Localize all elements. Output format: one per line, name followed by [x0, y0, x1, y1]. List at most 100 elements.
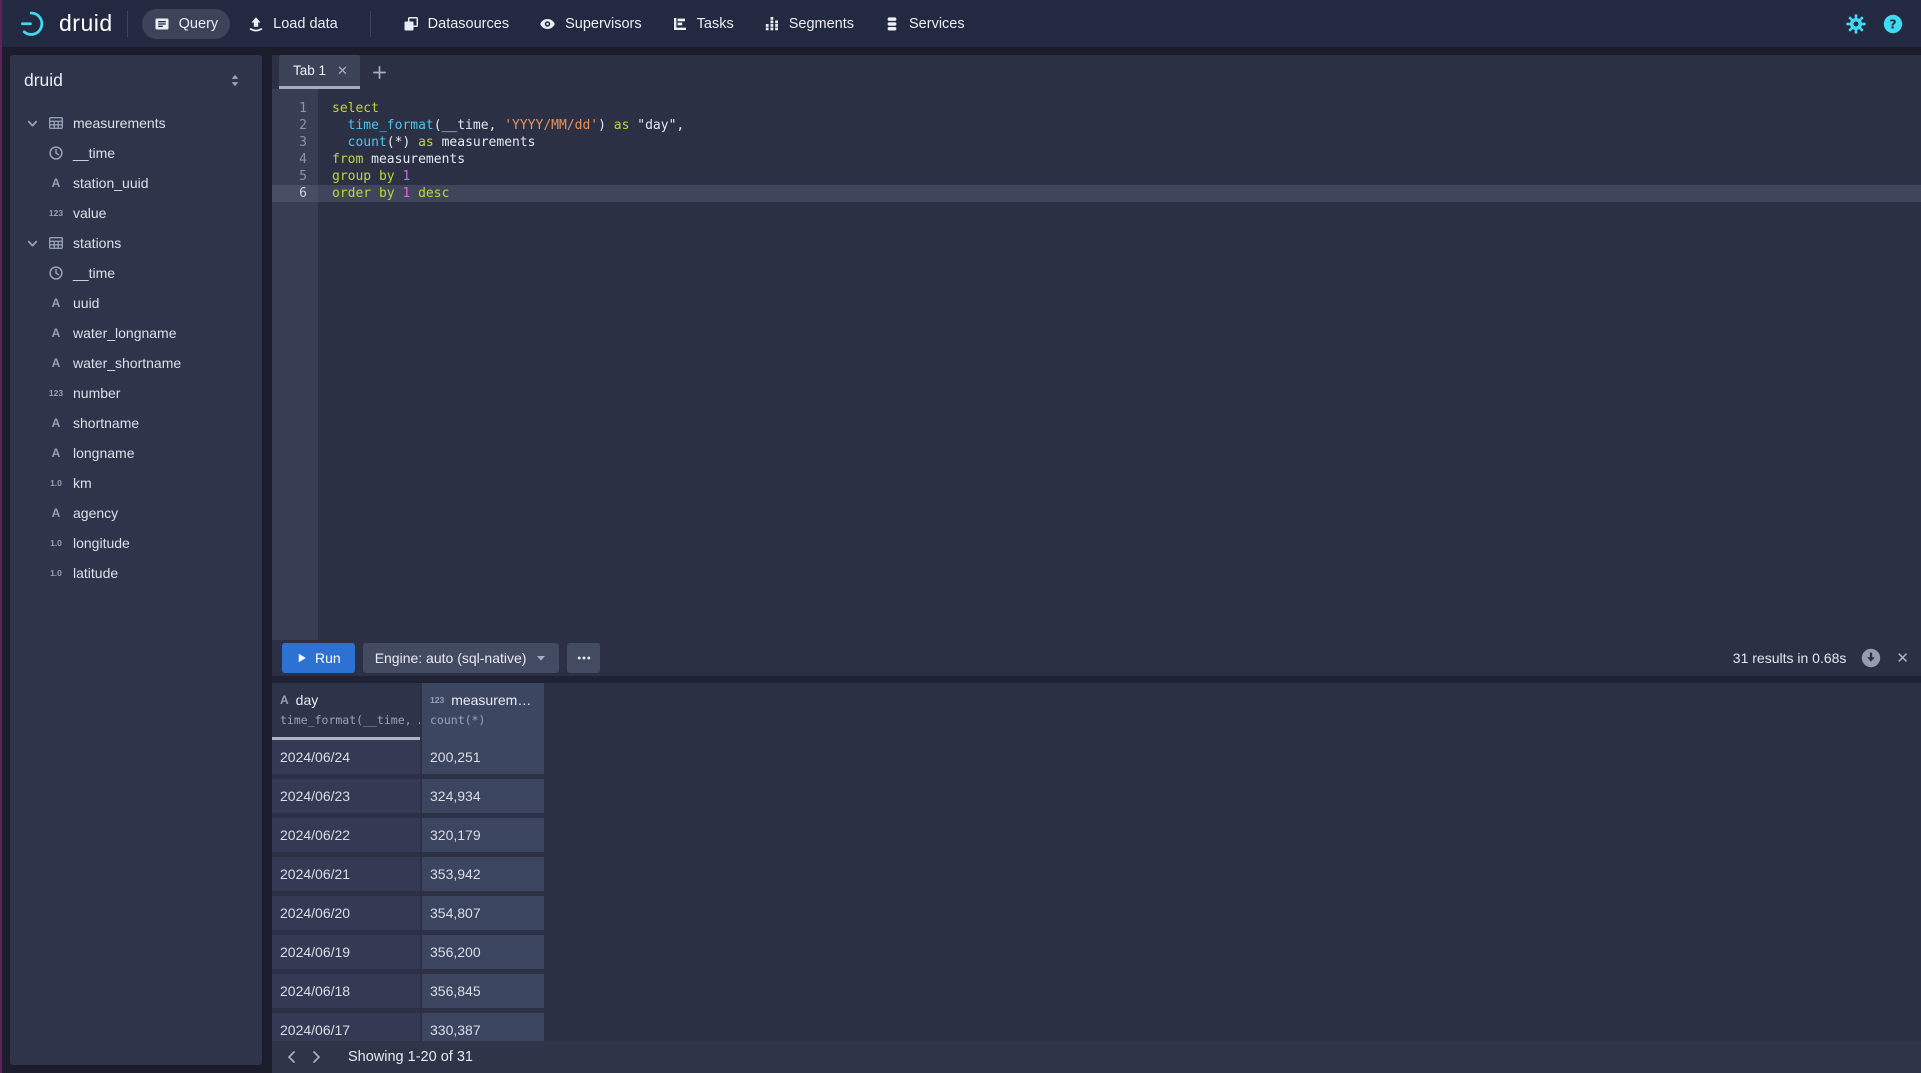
tree-item-longname[interactable]: Alongname	[10, 438, 262, 468]
eye-icon	[539, 16, 556, 32]
tree-item-label: shortname	[73, 415, 139, 431]
table-cell[interactable]: 2024/06/20	[272, 896, 420, 930]
engine-select-button[interactable]: Engine: auto (sql-native)	[363, 643, 560, 673]
results-header: A day time_format(__time, … 123 measurem…	[272, 683, 1921, 740]
close-results-icon[interactable]: ✕	[1896, 649, 1909, 667]
tree-item-km[interactable]: 1.0km	[10, 468, 262, 498]
nav-item-supervisors[interactable]: Supervisors	[527, 9, 654, 39]
tree-item-agency[interactable]: Aagency	[10, 498, 262, 528]
run-label: Run	[315, 650, 341, 666]
tree-item-label: latitude	[73, 565, 118, 581]
code-line-3[interactable]: 3 count(*) as measurements	[272, 134, 1921, 151]
settings-gear-icon[interactable]	[1846, 14, 1866, 34]
tab-label: Tab 1	[293, 63, 326, 78]
tree-item-label: __time	[73, 265, 115, 281]
chevron-left-icon	[285, 1050, 299, 1064]
tree-item-water_shortname[interactable]: Awater_shortname	[10, 348, 262, 378]
tree-item-value[interactable]: 123value	[10, 198, 262, 228]
table-cell[interactable]: 2024/06/17	[272, 1013, 420, 1041]
question-circle-icon: ?	[1883, 14, 1903, 34]
table-row: 2024/06/19356,200	[272, 935, 1921, 974]
code-line-4[interactable]: 4from measurements	[272, 151, 1921, 168]
string-icon: A	[48, 356, 64, 370]
tree-item-measurements[interactable]: measurements	[10, 108, 262, 138]
datasources-icon	[403, 16, 419, 32]
table-cell[interactable]: 356,200	[422, 935, 544, 969]
table-cell[interactable]: 354,807	[422, 896, 544, 930]
table-cell[interactable]: 324,934	[422, 779, 544, 813]
tree-item-longitude[interactable]: 1.0longitude	[10, 528, 262, 558]
tree-item-label: value	[73, 205, 106, 221]
code-line-2[interactable]: 2 time_format(__time, 'YYYY/MM/dd') as "…	[272, 117, 1921, 134]
table-cell[interactable]: 320,179	[422, 818, 544, 852]
help-icon[interactable]: ?	[1883, 14, 1903, 34]
next-page-button[interactable]	[304, 1045, 328, 1069]
clock-icon	[48, 265, 64, 281]
run-button[interactable]: Run	[282, 643, 355, 673]
tree-item-stations[interactable]: stations	[10, 228, 262, 258]
close-tab-icon[interactable]: ✕	[337, 63, 348, 79]
table-cell[interactable]: 200,251	[422, 740, 544, 774]
nav-item-label: Tasks	[697, 16, 734, 32]
column-expression: time_format(__time, …	[280, 713, 420, 727]
column-header-measurements[interactable]: 123 measurem… count(*)	[422, 683, 544, 740]
tree-item-number[interactable]: 123number	[10, 378, 262, 408]
pagination-label: Showing 1-20 of 31	[348, 1049, 473, 1065]
navbar-right: ?	[1846, 14, 1903, 34]
table-cell[interactable]: 353,942	[422, 857, 544, 891]
column-name: measurem…	[451, 692, 531, 708]
nav-item-datasources[interactable]: Datasources	[391, 9, 521, 39]
nav-item-label: Datasources	[428, 16, 509, 32]
druid-logo[interactable]: druid	[18, 9, 113, 38]
nav-item-services[interactable]: Services	[872, 9, 977, 39]
tree-item-water_longname[interactable]: Awater_longname	[10, 318, 262, 348]
number-type-icon: 123	[430, 695, 444, 705]
column-expression: count(*)	[430, 713, 544, 727]
line-number: 2	[272, 117, 318, 134]
column-title: A day	[280, 692, 420, 708]
query-more-button[interactable]	[567, 643, 600, 673]
string-type-icon: A	[280, 693, 289, 707]
code-line-1[interactable]: 1select	[272, 100, 1921, 117]
table-cell[interactable]: 2024/06/19	[272, 935, 420, 969]
tree-item-__time[interactable]: __time	[10, 258, 262, 288]
table-cell[interactable]: 2024/06/24	[272, 740, 420, 774]
string-icon: A	[48, 176, 64, 190]
tree-item-__time[interactable]: __time	[10, 138, 262, 168]
tab-tab1[interactable]: Tab 1 ✕	[279, 55, 360, 89]
nav-item-query[interactable]: Query	[142, 9, 231, 39]
prev-page-button[interactable]	[280, 1045, 304, 1069]
nav-item-segments[interactable]: Segments	[752, 9, 866, 39]
nav-item-load-data[interactable]: Load data	[236, 9, 350, 39]
pagination-bar: Showing 1-20 of 31	[272, 1041, 1921, 1073]
nav-item-tasks[interactable]: Tasks	[660, 9, 746, 39]
navbar: druid Query Load data Datasources Superviso…	[0, 0, 1921, 47]
code-line-6[interactable]: 6order by 1 desc	[272, 185, 1921, 202]
sort-icon[interactable]	[228, 73, 242, 88]
line-number: 6	[272, 185, 318, 202]
table-cell[interactable]: 2024/06/21	[272, 857, 420, 891]
tree-item-station_uuid[interactable]: Astation_uuid	[10, 168, 262, 198]
table-cell[interactable]: 2024/06/18	[272, 974, 420, 1008]
play-icon	[296, 652, 307, 664]
nav-item-label: Query	[179, 16, 219, 32]
plus-icon	[372, 65, 387, 80]
table-cell[interactable]: 356,845	[422, 974, 544, 1008]
add-tab-button[interactable]	[360, 55, 399, 89]
table-icon	[48, 235, 64, 251]
table-cell[interactable]: 2024/06/23	[272, 779, 420, 813]
splitter-handle[interactable]	[272, 676, 1921, 683]
column-header-day[interactable]: A day time_format(__time, …	[272, 683, 420, 740]
code-line-5[interactable]: 5group by 1	[272, 168, 1921, 185]
tree-item-uuid[interactable]: Auuid	[10, 288, 262, 318]
download-button[interactable]	[1861, 648, 1881, 668]
tree-item-latitude[interactable]: 1.0latitude	[10, 558, 262, 588]
sql-editor[interactable]: 1select2 time_format(__time, 'YYYY/MM/dd…	[272, 89, 1921, 640]
table-row: 2024/06/18356,845	[272, 974, 1921, 1013]
schema-sidebar: druid measurements__timeAstation_uuid123…	[10, 55, 262, 1065]
table-cell[interactable]: 330,387	[422, 1013, 544, 1041]
code-text: order by 1 desc	[318, 185, 449, 202]
line-number: 1	[272, 100, 318, 117]
table-cell[interactable]: 2024/06/22	[272, 818, 420, 852]
tree-item-shortname[interactable]: Ashortname	[10, 408, 262, 438]
